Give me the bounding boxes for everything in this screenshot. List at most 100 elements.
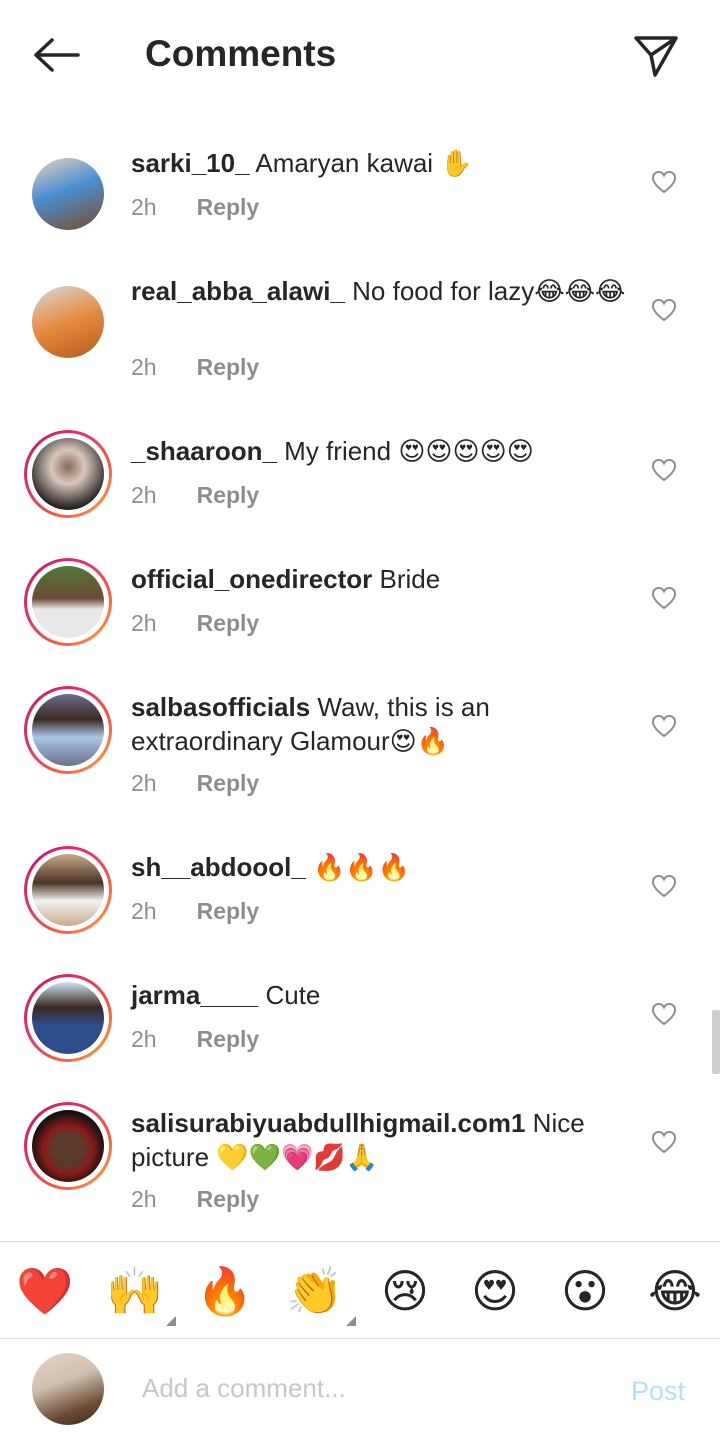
heart-outline-icon [651,298,677,322]
comment-username[interactable]: _shaaroon_ [131,436,277,466]
comment-username[interactable]: sh__abdoool_ [131,852,306,882]
avatar[interactable] [24,1102,112,1190]
comment-username[interactable]: official_onedirector [131,564,372,594]
reaction-heart-eyes[interactable]: 😍 [466,1262,524,1320]
like-button[interactable] [650,872,678,900]
comment-time: 2h [131,482,157,508]
like-button[interactable] [650,168,678,196]
heart-outline-icon [651,1130,677,1154]
reply-button[interactable]: Reply [197,354,260,381]
like-button[interactable] [650,296,678,324]
page-title: Comments [145,33,337,74]
comment-text: sh__abdoool_ 🔥🔥🔥 [131,850,631,884]
avatar-photo [32,286,104,358]
reaction-surprised-face[interactable]: 😮 [556,1262,614,1320]
avatar-photo [32,694,104,766]
avatar[interactable] [24,686,112,774]
avatar[interactable] [24,150,112,238]
avatar[interactable] [24,430,112,518]
comment-body: 🔥🔥🔥 [305,852,411,882]
comment-meta: 2h Reply [131,770,259,797]
comment-username[interactable]: jarma____ [131,980,258,1010]
comment-time: 2h [131,770,157,796]
avatar-photo [32,1110,104,1182]
comment-time: 2h [131,1186,157,1212]
comment-text: salbasofficials Waw, this is an extraord… [131,690,631,758]
comment-body: No food for lazy😂😂😂 [344,276,626,306]
back-button[interactable] [28,30,84,80]
like-button[interactable] [650,712,678,740]
comment-meta: 2h Reply [131,898,259,925]
comment-time: 2h [131,354,157,380]
comment-body: My friend 😍😍😍😍😍 [276,436,534,466]
comment-username[interactable]: salisurabiyuabdullhigmail.com1 [131,1108,525,1138]
avatar[interactable] [24,558,112,646]
avatar[interactable] [24,278,112,366]
comment-text: _shaaroon_ My friend 😍😍😍😍😍 [131,434,631,468]
avatar-photo [32,158,104,230]
comment-meta: 2h Reply [131,1026,259,1053]
reply-button[interactable]: Reply [197,898,260,925]
heart-outline-icon [651,170,677,194]
comment-text: salisurabiyuabdullhigmail.com1 Nice pict… [131,1106,631,1174]
reply-button[interactable]: Reply [197,1026,260,1053]
avatar[interactable] [24,974,112,1062]
reply-button[interactable]: Reply [197,770,260,797]
comment-meta: 2h Reply [131,354,259,381]
like-button[interactable] [650,1128,678,1156]
comment-meta: 2h Reply [131,1186,259,1213]
comment-time: 2h [131,610,157,636]
comment-username[interactable]: real_abba_alawi_ [131,276,345,306]
like-button[interactable] [650,456,678,484]
scrollbar[interactable] [712,1010,720,1074]
comment-time: 2h [131,194,157,220]
comment-meta: 2h Reply [131,194,259,221]
quick-reaction-bar: ❤️ 🙌 🔥 👏 😢 😍 😮 😂 [0,1241,720,1339]
comment-time: 2h [131,898,157,924]
paper-plane-icon [634,36,678,77]
comment-username[interactable]: salbasofficials [131,692,310,722]
comment-text: real_abba_alawi_ No food for lazy😂😂😂 [131,274,631,308]
arrow-left-icon [34,38,80,72]
comment-meta: 2h Reply [131,482,259,509]
comment-composer: Post [0,1340,720,1437]
comment-body: Cute [258,980,321,1010]
comment-input[interactable] [142,1368,602,1408]
heart-outline-icon [651,714,677,738]
comment-time: 2h [131,1026,157,1052]
reaction-clapping-hands[interactable]: 👏 [286,1262,356,1326]
reaction-crying-face[interactable]: 😢 [376,1262,434,1320]
reaction-fire[interactable]: 🔥 [196,1262,254,1320]
more-variants-indicator [166,1316,176,1326]
reaction-raising-hands[interactable]: 🙌 [106,1262,176,1326]
comment-meta: 2h Reply [131,610,259,637]
avatar[interactable] [24,846,112,934]
heart-outline-icon [651,586,677,610]
reply-button[interactable]: Reply [197,1186,260,1213]
post-button[interactable]: Post [631,1376,685,1407]
header: Comments [0,0,720,110]
comment-text: official_onedirector Bride [131,562,631,596]
avatar-photo [32,854,104,926]
comment-text: sarki_10_ Amaryan kawai ✋ [131,146,631,180]
avatar-photo [32,982,104,1054]
more-variants-indicator [346,1316,356,1326]
comment-username[interactable]: sarki_10_ [131,148,250,178]
heart-outline-icon [651,458,677,482]
reaction-tears-of-joy[interactable]: 😂 [646,1262,704,1320]
reply-button[interactable]: Reply [197,482,260,509]
avatar-photo [32,566,104,638]
avatar-photo [32,438,104,510]
like-button[interactable] [650,1000,678,1028]
heart-outline-icon [651,874,677,898]
reaction-red-heart[interactable]: ❤️ [16,1262,74,1320]
heart-outline-icon [651,1002,677,1026]
reply-button[interactable]: Reply [197,610,260,637]
current-user-avatar [32,1353,104,1425]
comment-body: Amaryan kawai ✋ [249,148,473,178]
comment-text: jarma____ Cute [131,978,631,1012]
reply-button[interactable]: Reply [197,194,260,221]
comment-body: Bride [372,564,441,594]
like-button[interactable] [650,584,678,612]
share-button[interactable] [628,28,684,84]
